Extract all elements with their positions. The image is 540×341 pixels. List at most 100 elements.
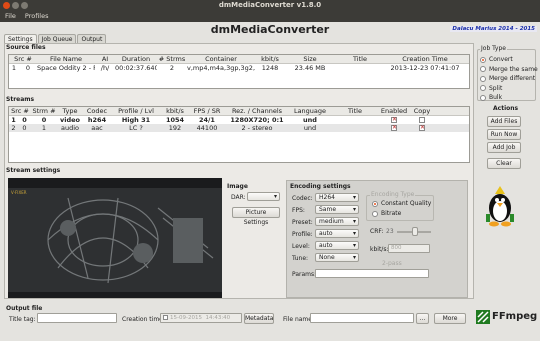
col-src[interactable]: Src # [9, 55, 37, 63]
author-label: Dalacu Marius 2014 - 2015 [450, 26, 537, 32]
col-type[interactable]: Type [57, 107, 83, 115]
col-duration[interactable]: Duration [115, 55, 157, 63]
add-files-button[interactable]: Add Files [487, 116, 521, 127]
option-label: Split [489, 84, 503, 92]
close-window-button[interactable] [3, 2, 10, 9]
tune-select[interactable]: None [315, 253, 359, 262]
params-input[interactable] [315, 269, 429, 278]
maximize-window-button[interactable] [21, 2, 28, 9]
col-creation[interactable]: Creation Time [385, 55, 465, 63]
col-copy[interactable]: Copy [409, 107, 435, 115]
job-type-bulk[interactable]: Bulk [480, 93, 538, 103]
col-title[interactable]: Title [331, 107, 379, 115]
crf-label: CRF: [370, 228, 384, 235]
col-filename[interactable]: File Name [37, 55, 95, 63]
col-container[interactable]: Container [187, 55, 255, 63]
col-size[interactable]: Size [285, 55, 335, 63]
copy-checkbox[interactable] [419, 117, 425, 123]
clear-button[interactable]: Clear [487, 158, 521, 169]
col-codec[interactable]: Codec [83, 107, 111, 115]
stream-settings-label: Stream settings [6, 167, 61, 174]
cell [331, 124, 379, 132]
col-rez[interactable]: Rez. / Channels [225, 107, 289, 115]
cell: und [303, 124, 317, 132]
penguin-mascot-icon [480, 184, 520, 229]
col-ai[interactable]: AI [95, 55, 115, 63]
dar-select[interactable] [247, 192, 280, 201]
table-row[interactable]: 1 0 Space Oddity 2 - Fake tr /h/ 00:02:3… [9, 64, 469, 72]
tab-settings[interactable]: Settings [4, 34, 37, 43]
creation-time-label: Creation time: [122, 316, 165, 323]
codec-select[interactable]: H264 [315, 193, 359, 202]
run-now-button[interactable]: Run Now [487, 129, 521, 140]
col-fps[interactable]: FPS / SR [189, 107, 225, 115]
enabled-checkbox[interactable] [391, 116, 397, 124]
cell: aac [91, 124, 103, 132]
title-tag-input[interactable] [37, 313, 117, 323]
cell: 2 [169, 64, 175, 72]
picture-settings-button[interactable]: Picture Settings [232, 207, 280, 226]
kbits-input[interactable]: 800 [388, 244, 430, 253]
codec-label: Codec: [292, 195, 313, 202]
dar-label: DAR: [231, 194, 246, 201]
col-src[interactable]: Src # [9, 107, 31, 115]
encoding-settings-label: Encoding settings [290, 183, 351, 190]
params-label: Params: [292, 271, 317, 278]
radio-icon [480, 75, 486, 82]
copy-checkbox[interactable] [419, 124, 425, 132]
source-files-table[interactable]: Src # File Name AI Duration # Strms Cont… [8, 54, 470, 89]
profile-select[interactable]: auto [315, 229, 359, 238]
tab-output[interactable]: Output [77, 34, 107, 43]
col-enabled[interactable]: Enabled [379, 107, 409, 115]
date-value: 15-09-2015 [170, 315, 202, 321]
file-name-input[interactable] [310, 313, 414, 323]
col-kbits[interactable]: kbit/s [161, 107, 189, 115]
metadata-button[interactable]: Metadata [244, 313, 274, 324]
level-select[interactable]: auto [315, 241, 359, 250]
minimize-window-button[interactable] [12, 2, 19, 9]
col-stream[interactable]: Strm # [31, 107, 57, 115]
cell: 0 [41, 116, 47, 124]
preset-select[interactable]: medium [315, 217, 359, 226]
col-kbits[interactable]: kbit/s [255, 55, 285, 63]
cell: 2013-12-23 07:41:07 [390, 64, 460, 72]
creation-time-checkbox[interactable] [163, 315, 168, 320]
encoding-type-label: Encoding Type [370, 191, 416, 198]
ffmpeg-logo: FFmpeg [476, 308, 538, 326]
enabled-checkbox[interactable] [391, 124, 397, 132]
constant-quality-radio[interactable]: Constant Quality [372, 200, 431, 207]
col-language[interactable]: Language [289, 107, 331, 115]
crf-slider-handle[interactable] [412, 227, 418, 236]
kbits-label: kbit/s: [370, 246, 389, 253]
col-profile[interactable]: Profile / Lvl [111, 107, 161, 115]
time-value: 14:43:40 [205, 315, 231, 321]
creation-time-input[interactable]: 15-09-2015 14:43:40 [160, 313, 242, 323]
job-type-split[interactable]: Split [480, 84, 538, 94]
window-titlebar: dmMediaConverter v1.8.0 [0, 0, 540, 11]
job-type-merge-different[interactable]: Merge different [480, 74, 538, 84]
cell: 0 [22, 116, 27, 124]
col-streams[interactable]: # Strms [157, 55, 187, 63]
main-tabs: Settings Job Queue Output [4, 34, 107, 43]
radio-icon [372, 210, 378, 217]
job-type-convert[interactable]: Convert [480, 55, 538, 65]
two-pass-checkbox[interactable]: 2-pass [382, 260, 402, 267]
image-label: Image [227, 183, 248, 190]
table-row[interactable]: 2 0 1 audio aac LC ? 192 44100 2 - stere… [9, 124, 469, 132]
job-type-merge-same[interactable]: Merge the same [480, 65, 538, 75]
tab-job-queue[interactable]: Job Queue [37, 34, 77, 43]
bitrate-radio[interactable]: Bitrate [372, 210, 401, 217]
table-header: Src # File Name AI Duration # Strms Cont… [9, 55, 469, 64]
more-button[interactable]: More [434, 313, 466, 324]
menu-profiles[interactable]: Profiles [25, 12, 49, 20]
col-title[interactable]: Title [335, 55, 385, 63]
preset-label: Preset: [292, 219, 313, 226]
radio-icon [480, 94, 486, 101]
browse-button[interactable]: ... [416, 313, 429, 324]
streams-table[interactable]: Src # Strm # Type Codec Profile / Lvl kb… [8, 106, 470, 163]
cell: 2 - stereo [241, 124, 273, 132]
menu-file[interactable]: File [5, 12, 16, 20]
fps-select[interactable]: Same [315, 205, 359, 214]
table-row[interactable]: 1 0 0 video h264 High 31 1054 24/1 1280X… [9, 116, 469, 124]
add-job-button[interactable]: Add Job [487, 142, 521, 153]
